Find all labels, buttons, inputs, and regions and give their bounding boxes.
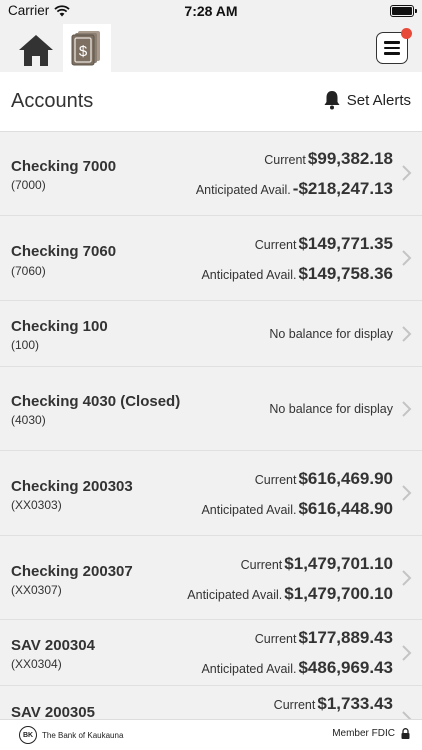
account-number: (XX0303) [11, 498, 62, 512]
fdic-notice: Member FDIC [332, 728, 410, 739]
anticipated-value: $149,758.36 [298, 264, 393, 283]
current-balance: Current $1,733.43 [274, 694, 393, 714]
account-number: (7060) [11, 264, 46, 278]
current-balance: Current $177,889.43 [255, 628, 393, 648]
no-balance-text: No balance for display [269, 402, 393, 416]
current-label: Current [254, 238, 297, 252]
account-number: (XX0307) [11, 583, 62, 597]
notification-dot [401, 28, 412, 39]
account-row[interactable]: Checking 200303 (XX0303) Current $616,46… [0, 451, 422, 536]
account-row[interactable]: SAV 200305 Current $1,733.43 [0, 686, 422, 719]
status-bar: Carrier 7:28 AM [0, 0, 422, 24]
menu-line [384, 52, 400, 55]
current-balance: Current $616,469.90 [255, 469, 393, 489]
footer: BK The Bank of Kaukauna Member FDIC [0, 719, 422, 750]
chevron-right-icon [402, 326, 412, 342]
no-balance-text: No balance for display [269, 327, 393, 341]
chevron-right-icon [402, 165, 412, 181]
account-row[interactable]: Checking 7060 (7060) Current $149,771.35… [0, 216, 422, 301]
accounts-tab-button[interactable]: $ [63, 24, 111, 72]
account-name: Checking 200307 [11, 563, 133, 580]
anticipated-label: Anticipated Avail. [201, 662, 297, 676]
home-button[interactable] [14, 30, 58, 70]
anticipated-balance: Anticipated Avail. $1,479,700.10 [187, 584, 393, 604]
battery-icon [390, 5, 417, 17]
menu-line [384, 46, 400, 50]
account-number: (7000) [11, 178, 46, 192]
account-number: (XX0304) [11, 657, 62, 671]
account-name: Checking 200303 [11, 478, 133, 495]
anticipated-balance: Anticipated Avail. $486,969.43 [201, 658, 393, 678]
anticipated-label: Anticipated Avail. [201, 268, 297, 282]
set-alerts-label: Set Alerts [346, 91, 411, 109]
menu-line [384, 41, 400, 44]
chevron-right-icon [402, 401, 412, 417]
chevron-right-icon [402, 485, 412, 501]
account-number: (100) [11, 338, 40, 352]
svg-text:$: $ [79, 43, 88, 60]
bank-logo: BK The Bank of Kaukauna [19, 726, 123, 744]
account-row[interactable]: Checking 4030 (Closed) (4030) No balance… [0, 367, 422, 451]
account-row[interactable]: SAV 200304 (XX0304) Current $177,889.43 … [0, 620, 422, 686]
anticipated-balance: Anticipated Avail. $149,758.36 [201, 264, 393, 284]
current-balance: Current $1,479,701.10 [241, 554, 393, 574]
account-name: Checking 4030 (Closed) [11, 393, 181, 410]
account-name: SAV 200304 [11, 637, 95, 654]
bank-logo-mark: BK [19, 726, 37, 744]
page-title: Accounts [11, 90, 94, 112]
anticipated-label: Anticipated Avail. [187, 588, 283, 602]
current-value: $99,382.18 [307, 149, 393, 168]
chevron-right-icon [402, 645, 412, 661]
menu-button[interactable] [376, 28, 412, 64]
account-name: Checking 100 [11, 318, 108, 335]
current-balance: Current $149,771.35 [255, 234, 393, 254]
current-label: Current [264, 153, 306, 167]
current-label: Current [273, 698, 316, 712]
anticipated-label: Anticipated Avail. [195, 183, 291, 197]
anticipated-value: -$218,247.13 [292, 179, 393, 198]
current-label: Current [240, 558, 283, 572]
account-list: Checking 7000 (7000) Current $99,382.18 … [0, 132, 422, 719]
bank-name: The Bank of Kaukauna [42, 730, 124, 740]
current-balance: Current $99,382.18 [264, 149, 393, 169]
top-nav: $ [0, 24, 422, 72]
account-name: SAV 200305 [11, 704, 95, 719]
current-value: $177,889.43 [298, 628, 393, 647]
anticipated-value: $486,969.43 [298, 658, 393, 677]
account-row[interactable]: Checking 7000 (7000) Current $99,382.18 … [0, 132, 422, 216]
account-number: (4030) [11, 413, 46, 427]
set-alerts-button[interactable]: Set Alerts [323, 90, 411, 110]
current-label: Current [254, 632, 297, 646]
money-stack-icon: $ [71, 31, 100, 66]
accounts-header: Accounts Set Alerts [0, 72, 422, 132]
current-value: $149,771.35 [298, 234, 393, 253]
chevron-right-icon [402, 711, 412, 719]
anticipated-value: $616,448.90 [298, 499, 393, 518]
current-value: $1,733.43 [317, 694, 393, 713]
current-label: Current [254, 473, 297, 487]
status-time: 7:28 AM [184, 3, 238, 19]
lock-icon [401, 728, 410, 739]
chevron-right-icon [402, 570, 412, 586]
anticipated-balance: Anticipated Avail. $616,448.90 [201, 499, 393, 519]
account-name: Checking 7060 [11, 243, 117, 260]
account-row[interactable]: Checking 200307 (XX0307) Current $1,479,… [0, 536, 422, 620]
anticipated-label: Anticipated Avail. [201, 503, 297, 517]
home-icon [19, 35, 53, 66]
current-value: $616,469.90 [298, 469, 393, 488]
anticipated-balance: Anticipated Avail. -$218,247.13 [196, 179, 393, 199]
account-name: Checking 7000 [11, 158, 117, 175]
current-value: $1,479,701.10 [284, 554, 393, 573]
bell-icon [324, 91, 340, 110]
fdic-label: Member FDIC [332, 728, 395, 739]
chevron-right-icon [402, 250, 412, 266]
account-row[interactable]: Checking 100 (100) No balance for displa… [0, 301, 422, 367]
anticipated-value: $1,479,700.10 [284, 584, 393, 603]
